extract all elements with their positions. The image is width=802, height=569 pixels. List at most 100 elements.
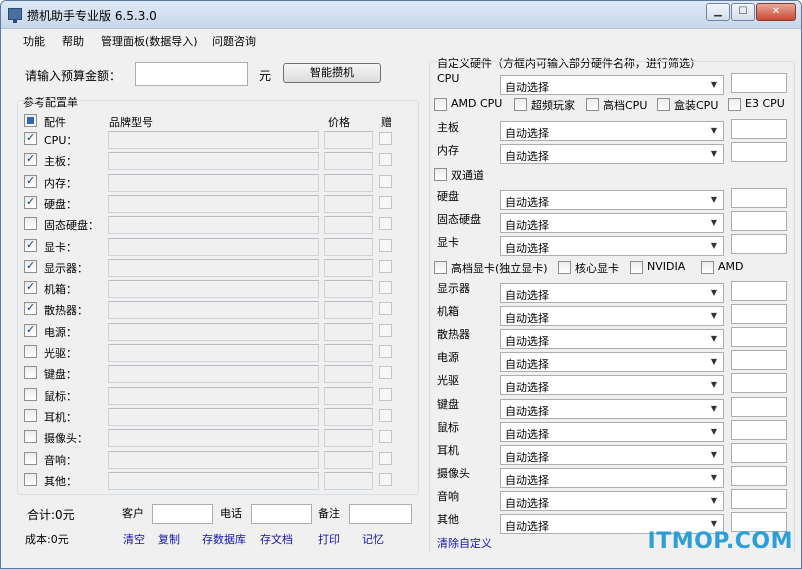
gift-checkbox[interactable] xyxy=(379,366,392,379)
clear-custom-link[interactable]: 清除自定义 xyxy=(437,535,492,551)
model-cell[interactable] xyxy=(108,451,319,469)
gpu-filter-input[interactable] xyxy=(731,234,787,254)
gift-checkbox[interactable] xyxy=(379,132,392,145)
part-checkbox[interactable] xyxy=(24,174,37,188)
memory-select[interactable]: 自动选择 ▼ xyxy=(500,144,724,164)
clear-link[interactable]: 清空 xyxy=(123,531,145,547)
remember-link[interactable]: 记忆 xyxy=(362,531,384,547)
gift-checkbox[interactable] xyxy=(379,409,392,422)
part-checkbox[interactable] xyxy=(24,452,37,465)
price-cell[interactable] xyxy=(324,301,373,319)
cpu-filter-checkbox[interactable] xyxy=(514,98,527,111)
memory-filter-input[interactable] xyxy=(731,142,787,162)
price-cell[interactable] xyxy=(324,216,373,234)
gpu-filter-checkbox[interactable] xyxy=(558,261,571,274)
price-cell[interactable] xyxy=(324,174,373,192)
model-cell[interactable] xyxy=(108,365,319,383)
model-cell[interactable] xyxy=(108,195,319,213)
model-cell[interactable] xyxy=(108,280,319,298)
part-checkbox[interactable] xyxy=(24,388,37,401)
model-cell[interactable] xyxy=(108,472,319,490)
gift-checkbox[interactable] xyxy=(379,452,392,465)
model-cell[interactable] xyxy=(108,429,319,447)
headset-select[interactable]: 自动选择 ▼ xyxy=(500,445,724,465)
price-cell[interactable] xyxy=(324,387,373,405)
save-db-link[interactable]: 存数据库 xyxy=(202,531,246,547)
ssd-select[interactable]: 自动选择 ▼ xyxy=(500,213,724,233)
model-cell[interactable] xyxy=(108,408,319,426)
model-cell[interactable] xyxy=(108,152,319,170)
gpu-filter-checkbox[interactable] xyxy=(630,261,643,274)
gift-checkbox[interactable] xyxy=(379,217,392,230)
price-cell[interactable] xyxy=(324,472,373,490)
cooler-filter-input[interactable] xyxy=(731,327,787,347)
part-checkbox[interactable] xyxy=(24,259,37,273)
gift-checkbox[interactable] xyxy=(379,302,392,315)
part-checkbox[interactable] xyxy=(24,217,37,230)
cpu-filter-input[interactable] xyxy=(731,73,787,93)
model-cell[interactable] xyxy=(108,344,319,362)
gift-checkbox[interactable] xyxy=(379,239,392,252)
psu-select[interactable]: 自动选择 ▼ xyxy=(500,352,724,372)
cooler-select[interactable]: 自动选择 ▼ xyxy=(500,329,724,349)
optical-filter-input[interactable] xyxy=(731,373,787,393)
mainboard-filter-input[interactable] xyxy=(731,119,787,139)
gpu-filter-checkbox[interactable] xyxy=(434,261,447,274)
copy-link[interactable]: 复制 xyxy=(158,531,180,547)
menu-function[interactable]: 功能 xyxy=(23,33,45,49)
camera-filter-input[interactable] xyxy=(731,466,787,486)
gift-checkbox[interactable] xyxy=(379,175,392,188)
gpu-select[interactable]: 自动选择 ▼ xyxy=(500,236,724,256)
minimize-button[interactable]: ▁ xyxy=(706,3,730,21)
budget-input[interactable] xyxy=(135,62,248,86)
part-checkbox[interactable] xyxy=(24,473,37,486)
cpu-filter-checkbox[interactable] xyxy=(728,98,741,111)
smart-build-button[interactable]: 智能攒机 xyxy=(283,63,381,83)
dual-channel-checkbox[interactable] xyxy=(434,168,447,181)
gift-checkbox[interactable] xyxy=(379,345,392,358)
menu-question[interactable]: 问题咨询 xyxy=(212,33,256,49)
price-cell[interactable] xyxy=(324,451,373,469)
part-checkbox[interactable] xyxy=(24,301,37,315)
cpu-filter-checkbox[interactable] xyxy=(586,98,599,111)
speaker-filter-input[interactable] xyxy=(731,489,787,509)
price-cell[interactable] xyxy=(324,344,373,362)
case-filter-input[interactable] xyxy=(731,304,787,324)
phone-input[interactable] xyxy=(251,504,312,524)
part-checkbox[interactable] xyxy=(24,345,37,358)
price-cell[interactable] xyxy=(324,280,373,298)
model-cell[interactable] xyxy=(108,216,319,234)
gift-checkbox[interactable] xyxy=(379,281,392,294)
gift-checkbox[interactable] xyxy=(379,430,392,443)
gift-checkbox[interactable] xyxy=(379,473,392,486)
cpu-select[interactable]: 自动选择 ▼ xyxy=(500,75,724,95)
title-bar[interactable]: 攒机助手专业版 6.5.3.0 ▁ ☐ ✕ xyxy=(1,1,801,29)
price-cell[interactable] xyxy=(324,259,373,277)
part-checkbox[interactable] xyxy=(24,280,37,294)
part-checkbox[interactable] xyxy=(24,430,37,443)
part-checkbox[interactable] xyxy=(24,323,37,337)
menu-help[interactable]: 帮助 xyxy=(62,33,84,49)
psu-filter-input[interactable] xyxy=(731,350,787,370)
price-cell[interactable] xyxy=(324,429,373,447)
gift-checkbox[interactable] xyxy=(379,153,392,166)
model-cell[interactable] xyxy=(108,301,319,319)
print-link[interactable]: 打印 xyxy=(318,531,340,547)
price-cell[interactable] xyxy=(324,408,373,426)
part-checkbox[interactable] xyxy=(24,238,37,252)
model-cell[interactable] xyxy=(108,131,319,149)
mouse-filter-input[interactable] xyxy=(731,420,787,440)
disk-filter-input[interactable] xyxy=(731,188,787,208)
menu-admin-panel[interactable]: 管理面板(数据导入) xyxy=(101,33,198,49)
model-cell[interactable] xyxy=(108,238,319,256)
keyboard-filter-input[interactable] xyxy=(731,397,787,417)
model-cell[interactable] xyxy=(108,387,319,405)
note-input[interactable] xyxy=(349,504,412,524)
price-cell[interactable] xyxy=(324,365,373,383)
cpu-filter-checkbox[interactable] xyxy=(434,98,447,111)
gpu-filter-checkbox[interactable] xyxy=(701,261,714,274)
gift-checkbox[interactable] xyxy=(379,260,392,273)
monitor-filter-input[interactable] xyxy=(731,281,787,301)
gift-checkbox[interactable] xyxy=(379,196,392,209)
select-all-checkbox[interactable] xyxy=(24,114,37,127)
